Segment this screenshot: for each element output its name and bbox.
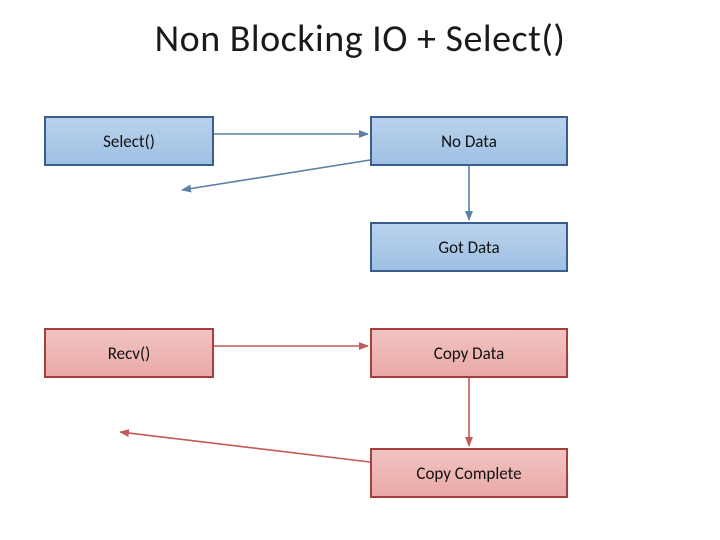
node-got-data: Got Data	[370, 222, 568, 272]
node-no-data: No Data	[370, 116, 568, 166]
arrow-layer	[0, 0, 720, 540]
page-title: Non Blocking IO + Select()	[0, 16, 720, 62]
node-copy-data: Copy Data	[370, 328, 568, 378]
arrow-copycomplete-to-left	[120, 432, 370, 462]
node-label: Copy Complete	[416, 463, 521, 484]
node-select: Select()	[44, 116, 214, 166]
node-label: Copy Data	[434, 343, 505, 364]
node-label: Recv()	[108, 343, 151, 364]
node-label: Select()	[103, 131, 155, 152]
node-copy-complete: Copy Complete	[370, 448, 568, 498]
node-label: No Data	[441, 131, 497, 152]
node-recv: Recv()	[44, 328, 214, 378]
node-label: Got Data	[438, 237, 499, 258]
